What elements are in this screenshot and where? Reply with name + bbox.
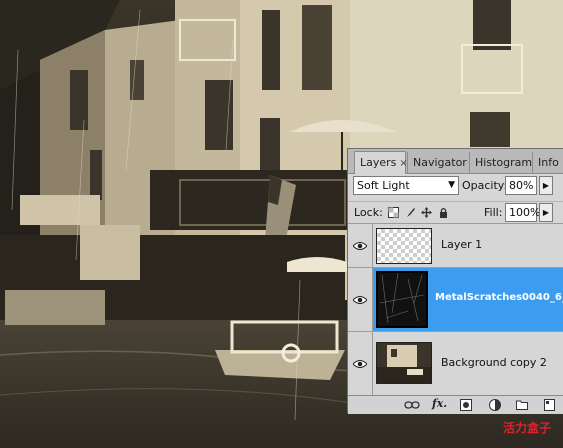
lock-fill-row: Lock: Fill: 100% ▶ <box>348 201 563 224</box>
new-layer-icon[interactable] <box>544 399 555 411</box>
adjustment-icon[interactable] <box>489 399 501 411</box>
layer-row-metalscratches[interactable]: MetalScratches0040_6_M <box>348 267 563 331</box>
panel-tab-bar: Layers × Navigator Histogram Info <box>348 149 563 174</box>
scratches-texture-icon <box>379 273 425 324</box>
eye-icon <box>353 241 367 250</box>
fill-value: 100% <box>509 206 541 219</box>
eye-icon <box>353 295 367 304</box>
tab-navigator[interactable]: Navigator <box>407 152 469 173</box>
tab-histogram[interactable]: Histogram <box>469 152 532 173</box>
photo-thumbnail-icon <box>377 343 431 383</box>
visibility-toggle[interactable] <box>348 224 373 267</box>
fill-input[interactable]: 100% <box>505 203 541 222</box>
fx-icon[interactable]: fx. <box>432 397 447 410</box>
layer-name: MetalScratches0040_6_M <box>435 292 563 303</box>
eye-icon <box>353 359 367 368</box>
watermark-text: 活力盒子 <box>503 421 552 435</box>
opacity-value: 80% <box>509 179 534 192</box>
folder-icon[interactable] <box>516 399 528 410</box>
fill-slider-arrow-icon[interactable]: ▶ <box>539 203 553 222</box>
lock-position-move-icon[interactable] <box>421 207 432 218</box>
fill-label: Fill: <box>484 206 503 219</box>
blend-mode-select[interactable]: Soft Light ▼ <box>353 176 459 195</box>
tab-histogram-label: Histogram <box>475 156 533 169</box>
visibility-toggle[interactable] <box>348 332 373 395</box>
mask-icon[interactable] <box>460 399 472 411</box>
link-icon[interactable] <box>404 401 420 409</box>
lock-image-brush-icon[interactable] <box>405 207 416 218</box>
opacity-input[interactable]: 80% <box>505 176 537 195</box>
chevron-down-icon: ▼ <box>448 180 455 190</box>
layer-row-layer-1[interactable]: Layer 1 <box>348 223 563 267</box>
tab-navigator-label: Navigator <box>413 156 467 169</box>
lock-transparency-icon[interactable] <box>388 207 399 218</box>
opacity-label: Opacity: <box>462 179 508 192</box>
opacity-slider-arrow-icon[interactable]: ▶ <box>539 176 553 195</box>
tab-info[interactable]: Info <box>532 152 563 173</box>
visibility-toggle[interactable] <box>348 268 373 331</box>
layer-thumbnail-scratches <box>376 271 428 328</box>
blend-mode-value: Soft Light <box>357 179 410 192</box>
layer-name: Background copy 2 <box>441 356 547 369</box>
tab-layers[interactable]: Layers × <box>354 151 408 174</box>
tab-layers-label: Layers <box>360 156 397 169</box>
tab-info-label: Info <box>538 156 559 169</box>
layer-name: Layer 1 <box>441 238 483 251</box>
panel-footer-toolbar: fx. <box>348 395 563 414</box>
layer-row-background-copy-2[interactable]: Background copy 2 <box>348 331 563 395</box>
layer-thumbnail-transparent <box>376 228 432 264</box>
blend-opacity-row: Soft Light ▼ Opacity: 80% ▶ <box>348 176 563 198</box>
lock-all-icon[interactable] <box>438 207 449 218</box>
layers-panel: Layers × Navigator Histogram Info Soft Li… <box>347 148 563 414</box>
layer-thumbnail-photo <box>376 342 432 384</box>
lock-label: Lock: <box>354 206 383 219</box>
